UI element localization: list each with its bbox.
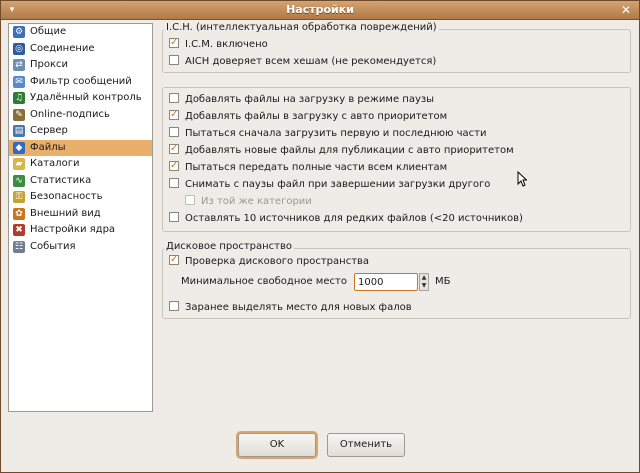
window-title: Настройки (286, 3, 354, 16)
same-category-checkbox: Из той же категории (185, 195, 312, 209)
sidebar-item-label: Файлы (30, 141, 66, 153)
spin-down-icon[interactable]: ▼ (420, 282, 428, 290)
sidebar-item-label: Прокси (30, 59, 69, 70)
connection-icon: ◎ (13, 42, 25, 55)
option-label: Оставлять 10 источников для редких файло… (185, 213, 523, 224)
checkbox-checked-icon: ✓ (169, 254, 179, 265)
option-label: Добавлять файлы в загрузку с авто приори… (185, 111, 448, 122)
checkbox-unchecked-icon (169, 178, 179, 188)
option-label: Добавлять файлы на загрузку в режиме пау… (185, 94, 435, 105)
files-icon: ◆ (13, 141, 25, 154)
sidebar-item-label: Каталоги (30, 158, 80, 169)
option-label: Пытаться сначала загрузить первую и посл… (185, 128, 487, 139)
sidebar-item-online-signature[interactable]: ✎ Online-подпись (9, 107, 152, 124)
checkbox-unchecked-icon (169, 127, 179, 137)
preallocate-checkbox[interactable]: Заранее выделять место для новых фалов (169, 301, 412, 315)
sidebar-item-label: Online-подпись (30, 108, 110, 120)
option-label: Из той же категории (201, 196, 312, 207)
server-icon: ▤ (13, 125, 25, 137)
resume-next-checkbox[interactable]: Снимать с паузы файл при завершении загр… (169, 178, 490, 192)
option-label: Добавлять новые файлы для публикации с а… (185, 145, 514, 156)
general-icon: ⚙ (13, 26, 25, 38)
sidebar-item-label: Соединение (30, 42, 95, 54)
sidebar-item-label: Общие (30, 26, 67, 37)
online-signature-icon: ✎ (13, 108, 25, 121)
option-label: Снимать с паузы файл при завершении загр… (185, 179, 491, 190)
sidebar-item-proxy[interactable]: ⇄ Прокси (9, 57, 152, 74)
disk-space-title: Дисковое пространство (164, 241, 294, 252)
cancel-button[interactable]: Отменить (327, 433, 405, 457)
sidebar-item-filter[interactable]: ✉ Фильтр сообщений (9, 74, 152, 91)
proxy-icon: ⇄ (13, 59, 25, 71)
filter-icon: ✉ (13, 75, 25, 88)
sidebar-item-remote-control[interactable]: ♫ Удалённый контроль (9, 90, 152, 107)
aich-trust-label: AICH доверяет всем хешам (не рекомендует… (185, 56, 437, 67)
core-settings-icon: ✖ (13, 224, 25, 236)
security-icon: ⚿ (13, 191, 25, 203)
checkbox-unchecked-icon (169, 93, 179, 103)
sidebar-item-label: События (30, 240, 76, 252)
ich-enabled-checkbox[interactable]: ✓ I.C.M. включено (169, 38, 268, 52)
checkbox-unchecked-icon (169, 301, 179, 311)
appearance-icon: ✿ (13, 207, 25, 220)
ich-enabled-label: I.C.M. включено (185, 39, 268, 50)
statistics-icon: ∿ (13, 174, 25, 187)
sidebar-item-label: Настройки ядра (30, 224, 116, 235)
add-paused-checkbox[interactable]: Добавлять файлы на загрузку в режиме пау… (169, 93, 434, 107)
rare-sources-checkbox[interactable]: Оставлять 10 источников для редких файло… (169, 212, 523, 226)
sidebar-item-files[interactable]: ◆ Файлы (9, 139, 152, 156)
min-free-space-input[interactable] (354, 273, 418, 291)
checkbox-checked-icon: ✓ (169, 143, 179, 154)
sidebar-item-server[interactable]: ▤ Сервер (9, 123, 152, 140)
check-disk-space-label: Проверка дискового пространства (185, 256, 370, 267)
full-chunks-checkbox[interactable]: ✓ Пытаться передать полные части всем кли… (169, 161, 447, 175)
sidebar-item-label: Статистика (30, 174, 92, 186)
sidebar-item-label: Фильтр сообщений (30, 75, 132, 87)
sidebar-item-events[interactable]: ☷ События (9, 239, 152, 256)
ich-group-title: I.C.H. (интеллектуальная обработка повре… (164, 22, 439, 33)
check-disk-space-checkbox[interactable]: ✓ Проверка дискового пространства (169, 255, 369, 269)
sidebar-item-connection[interactable]: ◎ Соединение (9, 41, 152, 58)
checkbox-checked-icon: ✓ (169, 109, 179, 120)
preallocate-label: Заранее выделять место для новых фалов (185, 302, 412, 313)
folders-icon: ▰ (13, 158, 25, 170)
checkbox-unchecked-icon (169, 55, 179, 65)
min-free-space-spinner[interactable]: ▲ ▼ (419, 273, 429, 291)
sidebar-item-security[interactable]: ⚿ Безопасность (9, 189, 152, 206)
checkbox-unchecked-icon (185, 195, 195, 205)
add-auto-priority-checkbox[interactable]: ✓ Добавлять файлы в загрузку с авто приор… (169, 110, 447, 124)
ok-button[interactable]: OK (238, 433, 316, 457)
category-sidebar: ⚙ Общие ◎ Соединение ⇄ Прокси ✉ Фильтр сообщ… (8, 23, 153, 412)
mouse-cursor-icon (517, 171, 527, 187)
first-last-parts-checkbox[interactable]: Пытаться сначала загрузить первую и посл… (169, 127, 487, 141)
sidebar-item-label: Удалённый контроль (30, 92, 142, 103)
sidebar-item-appearance[interactable]: ✿ Внешний вид (9, 206, 152, 223)
option-label: Пытаться передать полные части всем клие… (185, 162, 448, 173)
sidebar-item-core-settings[interactable]: ✖ Настройки ядра (9, 222, 152, 239)
sidebar-item-folders[interactable]: ▰ Каталоги (9, 156, 152, 173)
sidebar-item-label: Безопасность (30, 191, 103, 202)
min-free-space-unit: МБ (435, 276, 451, 287)
sidebar-item-label: Внешний вид (30, 207, 101, 219)
settings-window: ▾ Настройки ✕ ⚙ Общие ◎ Соединение ⇄ Прокси… (0, 0, 640, 473)
sidebar-item-statistics[interactable]: ∿ Статистика (9, 173, 152, 190)
sidebar-item-label: Сервер (30, 125, 68, 136)
spin-up-icon[interactable]: ▲ (420, 274, 428, 282)
files-options-group (162, 87, 631, 232)
remote-control-icon: ♫ (13, 92, 25, 104)
title-bar[interactable]: ▾ Настройки ✕ (1, 1, 639, 20)
min-free-space-label: Минимальное свободное место (181, 276, 347, 287)
events-icon: ☷ (13, 240, 25, 253)
checkbox-checked-icon: ✓ (169, 37, 179, 48)
checkbox-unchecked-icon (169, 212, 179, 222)
share-auto-priority-checkbox[interactable]: ✓ Добавлять новые файлы для публикации с … (169, 144, 514, 158)
aich-trust-checkbox[interactable]: AICH доверяет всем хешам (не рекомендует… (169, 55, 436, 69)
sidebar-item-general[interactable]: ⚙ Общие (9, 24, 152, 41)
close-icon[interactable]: ✕ (619, 4, 633, 17)
checkbox-checked-icon: ✓ (169, 160, 179, 171)
